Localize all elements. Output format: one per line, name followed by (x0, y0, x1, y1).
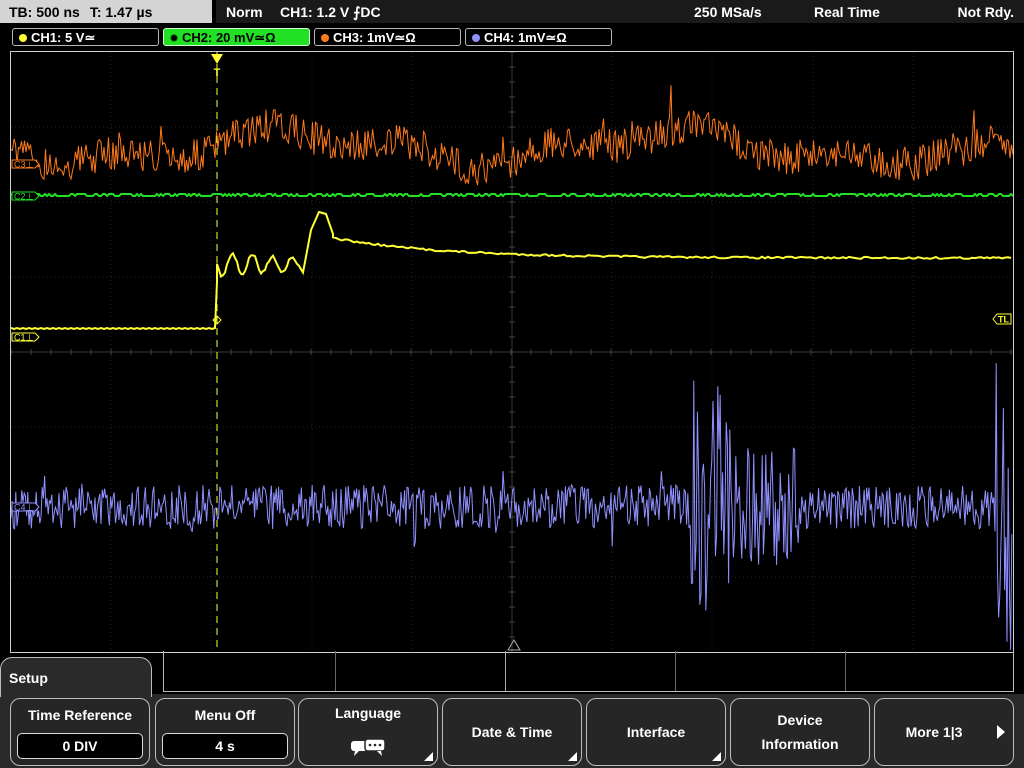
language-button[interactable]: Language (298, 698, 438, 766)
softkey-label: Device Information (735, 708, 865, 756)
waveform-display[interactable]: T C3⊥ C2⊥ C1⊥ C4⊥ TL (10, 51, 1014, 653)
time-reference-icon (507, 639, 521, 651)
info-panel (163, 651, 1014, 692)
softkey-label: Language (334, 705, 402, 721)
date-time-button[interactable]: Date & Time (442, 698, 582, 766)
softkey-label-line1: Device (777, 712, 823, 728)
submenu-indicator-icon (568, 752, 577, 761)
channel-tab-label: CH2: 20 mV≃Ω (182, 30, 276, 45)
channel-tab-label: CH3: 1mV≃Ω (333, 30, 416, 45)
ch1-ground-marker[interactable]: C1⊥ (11, 332, 40, 343)
softkey-label: More 1|3 (905, 724, 963, 740)
ch3-ground-marker[interactable]: C3⊥ (11, 159, 40, 170)
acquisition-mode: Real Time (814, 4, 880, 20)
softkey-label: Menu Off (194, 707, 256, 723)
sample-rate: 250 MSa/s (694, 4, 762, 20)
divider (505, 651, 506, 691)
timebase-readout: TB: 500 ns T: 1.47 µs (0, 0, 212, 23)
trigger-source: CH1: 1.2 V ⨍DC (280, 4, 381, 20)
trigger-time-value: T: 1.47 µs (89, 4, 153, 20)
waveform-canvas: T C3⊥ C2⊥ C1⊥ C4⊥ TL (11, 52, 1013, 652)
language-icon (351, 738, 386, 756)
submenu-indicator-icon (424, 752, 433, 761)
timebase-value: TB: 500 ns (9, 4, 80, 20)
channel-tab-label: CH1: 5 V≃ (31, 30, 96, 45)
ch4-ground-marker[interactable]: C4⊥ (11, 502, 40, 513)
graticule (11, 52, 1013, 652)
channel-tab-ch2[interactable]: CH2: 20 mV≃Ω (163, 28, 310, 46)
time-reference-value[interactable]: 0 DIV (17, 733, 143, 759)
channel-tab-label: CH4: 1mV≃Ω (484, 30, 567, 45)
softkey-label: Date & Time (471, 724, 553, 740)
more-button[interactable]: More 1|3 (874, 698, 1014, 766)
channel-tab-ch1[interactable]: CH1: 5 V≃ (12, 28, 159, 46)
menu-off-value[interactable]: 4 s (162, 733, 288, 759)
channel-tab-ch3[interactable]: CH3: 1mV≃Ω (314, 28, 461, 46)
next-page-arrow-icon (997, 725, 1005, 739)
status-bar: Norm CH1: 1.2 V ⨍DC 250 MSa/s Real Time … (216, 0, 1024, 23)
time-reference-button[interactable]: Time Reference 0 DIV (10, 698, 150, 766)
ch1-dot-icon (19, 34, 27, 42)
menu-title: Setup (0, 657, 152, 697)
softkey-label: Time Reference (27, 707, 132, 723)
ch3-ground-label: C3⊥ (14, 160, 34, 170)
divider (675, 651, 676, 691)
trigger-marker-label: T (214, 67, 221, 79)
trigger-mode: Norm (226, 4, 263, 20)
ch2-ground-label: C2⊥ (14, 192, 34, 202)
menu-off-button[interactable]: Menu Off 4 s (155, 698, 295, 766)
acquisition-state: Not Rdy. (957, 4, 1014, 20)
ch4-ground-label: C4⊥ (14, 503, 34, 513)
trigger-position-icon[interactable] (211, 54, 223, 64)
softkey-label: Interface (626, 724, 686, 740)
ch4-dot-icon (472, 34, 480, 42)
trigger-level-marker[interactable]: TL (992, 313, 1012, 325)
divider (845, 651, 846, 691)
ch2-ground-marker[interactable]: C2⊥ (11, 191, 40, 202)
submenu-indicator-icon (712, 752, 721, 761)
divider (335, 651, 336, 691)
device-information-button[interactable]: Device Information (730, 698, 870, 766)
ch2-dot-icon (170, 34, 178, 42)
trigger-level-label: TL (998, 315, 1009, 325)
ch1-ground-label: C1⊥ (14, 333, 34, 343)
interface-button[interactable]: Interface (586, 698, 726, 766)
channel-tab-ch4[interactable]: CH4: 1mV≃Ω (465, 28, 612, 46)
softkey-label-line2: Information (761, 736, 839, 752)
ch3-dot-icon (321, 34, 329, 42)
